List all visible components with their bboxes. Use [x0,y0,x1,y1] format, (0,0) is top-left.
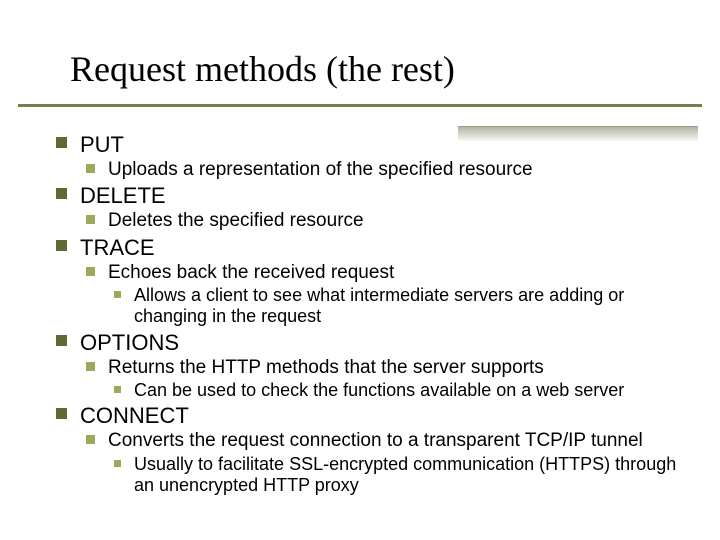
item-label: DELETE [80,183,166,208]
list-item: DELETE Deletes the specified resource [56,183,680,232]
list-item: Deletes the specified resource [86,210,680,232]
list-item: Usually to facilitate SSL-encrypted comm… [114,454,680,496]
item-label: CONNECT [80,403,189,428]
bullet-list-lvl3: Allows a client to see what intermediate… [114,285,680,327]
item-text: Converts the request connection to a tra… [108,430,643,451]
item-text: Usually to facilitate SSL-encrypted comm… [134,454,676,495]
bullet-list-lvl2: Converts the request connection to a tra… [86,430,680,496]
content-area: PUT Uploads a representation of the spec… [56,130,680,497]
bullet-list-lvl2: Deletes the specified resource [86,210,680,232]
list-item: CONNECT Converts the request connection … [56,403,680,496]
list-item: OPTIONS Returns the HTTP methods that th… [56,330,680,402]
item-text: Can be used to check the functions avail… [134,380,624,400]
list-item: Can be used to check the functions avail… [114,380,680,401]
list-item: Allows a client to see what intermediate… [114,285,680,327]
bullet-list-lvl2: Returns the HTTP methods that the server… [86,357,680,402]
item-label: TRACE [80,235,155,260]
item-text: Returns the HTTP methods that the server… [108,357,544,378]
list-item: Returns the HTTP methods that the server… [86,357,680,402]
item-text: Deletes the specified resource [108,210,364,231]
item-label: PUT [80,132,124,157]
page-title: Request methods (the rest) [70,48,455,90]
bullet-list-lvl2: Echoes back the received request Allows … [86,262,680,328]
slide: Request methods (the rest) PUT Uploads a… [0,0,720,540]
item-text: Echoes back the received request [108,262,394,283]
item-text: Allows a client to see what intermediate… [134,285,624,326]
bullet-list-lvl3: Usually to facilitate SSL-encrypted comm… [114,454,680,496]
item-text: Uploads a representation of the specifie… [108,159,533,180]
list-item: PUT Uploads a representation of the spec… [56,132,680,181]
title-underline [18,104,702,107]
bullet-list-lvl2: Uploads a representation of the specifie… [86,159,680,181]
list-item: Echoes back the received request Allows … [86,262,680,328]
item-label: OPTIONS [80,330,179,355]
list-item: TRACE Echoes back the received request A… [56,235,680,328]
bullet-list-lvl3: Can be used to check the functions avail… [114,380,680,401]
list-item: Uploads a representation of the specifie… [86,159,680,181]
list-item: Converts the request connection to a tra… [86,430,680,496]
bullet-list-lvl1: PUT Uploads a representation of the spec… [56,132,680,496]
